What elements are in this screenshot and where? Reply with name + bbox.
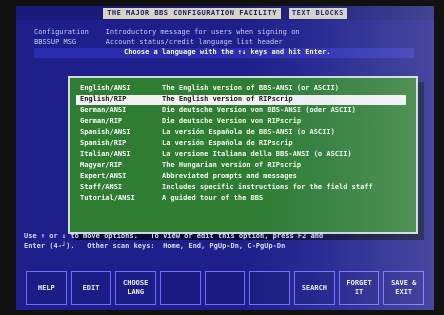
language-option[interactable]: Spanish/ANSI La versión Española de BBS-A… [76, 128, 406, 138]
language-description: La versión Española de RIPscrip [162, 139, 293, 147]
language-key: Spanish/ANSI [80, 128, 131, 136]
fkey-save-exit-button[interactable]: SAVE & EXIT [383, 271, 425, 305]
language-description: Die deutsche Version von RIPscrip [162, 117, 302, 125]
function-key-bar: HELP EDIT CHOOSE LANG SEARCH FORGET IT SAVE &… [26, 271, 425, 305]
app-title: THE MAJOR BBS CONFIGURATION FACILITY [103, 7, 281, 19]
help-line-2: Enter (4-┘). Other scan keys: Home, End,… [24, 242, 286, 250]
monitor-frame: THE MAJOR BBS CONFIGURATION FACILITY TEX… [0, 0, 444, 315]
language-description: The English version of BBS-ANSI (or ASCI… [162, 84, 340, 92]
header-line-1: Configuration Introductory message for u… [34, 28, 300, 36]
language-option[interactable]: English/RIP The English version of RIPscr… [76, 95, 406, 105]
language-option[interactable]: English/ANSI The English version of BBS-A… [76, 84, 406, 94]
language-key: German/ANSI [80, 106, 127, 114]
language-key: Spanish/RIP [80, 139, 127, 147]
language-option[interactable]: Italian/ANSI La versione Italiana della B… [76, 150, 406, 160]
language-key: English/ANSI [80, 84, 131, 92]
language-key: Italian/ANSI [80, 150, 131, 158]
language-option[interactable]: German/RIP Die deutsche Version von RIPsc… [76, 117, 406, 127]
fkey-forget-it-button[interactable]: FORGET IT [338, 271, 380, 305]
language-key: German/RIP [80, 117, 123, 125]
language-description: A guided tour of the BBS [162, 194, 264, 202]
fkey-search-button[interactable]: SEARCH [294, 271, 335, 305]
language-key: Tutorial/ANSI [80, 194, 135, 202]
title-bar: THE MAJOR BBS CONFIGURATION FACILITY TEX… [16, 6, 434, 20]
language-description: The English version of RIPscrip [162, 95, 293, 103]
language-description: La versione Italiana della BBS-ANSI (o A… [162, 150, 352, 158]
selection-prompt: Choose a language with the ↑↓ keys and h… [34, 48, 414, 58]
fkey-help-button[interactable]: HELP [26, 271, 67, 305]
fkey-choose-lang-button[interactable]: CHOOSE LANG [115, 271, 157, 305]
language-option[interactable]: Tutorial/ANSI A guided tour of the BBS [76, 194, 406, 204]
fkey-blank-button[interactable] [160, 271, 201, 305]
language-option[interactable]: Magyar/RIP The Hungarian version of RIPsc… [76, 161, 406, 171]
language-key: Expert/ANSI [80, 172, 127, 180]
help-lines: Use ↑ or ↓ to move options. To view or e… [24, 232, 426, 254]
section-title: TEXT BLOCKS [288, 7, 347, 19]
help-line-1: Use ↑ or ↓ to move options. To view or e… [24, 232, 324, 240]
language-description: La versión Española de BBS-ANSI (o ASCII… [162, 128, 335, 136]
terminal-screen: THE MAJOR BBS CONFIGURATION FACILITY TEX… [16, 6, 434, 310]
language-key: Staff/ANSI [80, 183, 123, 191]
language-option[interactable]: Staff/ANSI Includes specific instructions… [76, 183, 406, 193]
language-description: Die deutsche Version von BBS-ANSI (oder … [162, 106, 356, 114]
language-list: English/ANSI The English version of BBS-A… [76, 84, 406, 224]
language-option[interactable]: German/ANSI Die deutsche Version von BBS-… [76, 106, 406, 116]
header-line-2: BBSSUP MSG Account status/credit languag… [34, 38, 283, 46]
fkey-blank-button[interactable] [204, 271, 246, 305]
language-option[interactable]: Spanish/RIP La versión Española de RIPscr… [76, 139, 406, 149]
language-description: Abbreviated prompts and messages [162, 172, 297, 180]
fkey-edit-button[interactable]: EDIT [70, 271, 112, 305]
language-description: Includes specific instructions for the f… [162, 183, 373, 191]
language-description: The Hungarian version of RIPscrip [162, 161, 302, 169]
language-option[interactable]: Expert/ANSI Abbreviated prompts and messa… [76, 172, 406, 182]
fkey-blank-button[interactable] [249, 271, 291, 305]
language-key: Magyar/RIP [80, 161, 123, 169]
language-key: English/RIP [80, 95, 127, 103]
language-dialog: English/ANSI The English version of BBS-A… [68, 76, 418, 234]
